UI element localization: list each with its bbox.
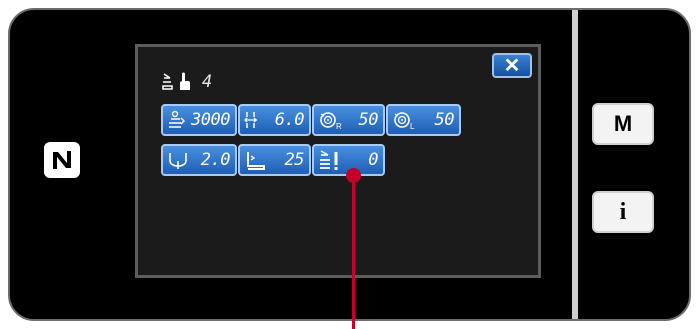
left-tension-button[interactable]: L 50 [386, 104, 461, 136]
close-button[interactable]: ✕ [492, 53, 532, 78]
callout-line [352, 174, 355, 329]
param-value: 3000 [191, 110, 230, 130]
param-value: 2.0 [200, 150, 231, 170]
param-value: 50 [434, 110, 455, 130]
presser-foot-hand-icon [162, 72, 190, 90]
hook-button[interactable]: 2.0 [161, 144, 237, 176]
callout-dot [346, 168, 361, 183]
param-value: 0 [368, 150, 378, 170]
program-number: 4 [202, 72, 213, 92]
stitch-pitch-button[interactable]: 6.0 [238, 104, 311, 136]
left-tension-icon [394, 112, 410, 128]
panel-divider [572, 10, 578, 319]
nfc-logo-icon [44, 142, 80, 178]
left-label: L [410, 121, 415, 131]
screen-title: 4 [160, 70, 212, 94]
close-icon: ✕ [503, 54, 521, 77]
presser-foot-speed-button[interactable]: 3000 [161, 104, 237, 136]
mode-button[interactable]: M [592, 103, 654, 145]
presser-foot-lift-icon [320, 150, 338, 170]
presser-foot-pressure-button[interactable]: 25 [238, 144, 311, 176]
param-value: 6.0 [274, 110, 305, 130]
hook-icon [169, 153, 187, 169]
param-value: 50 [358, 110, 379, 130]
presser-foot-speed-icon [169, 110, 185, 128]
right-tension-icon [320, 112, 336, 128]
presser-foot-pressure-icon [247, 152, 265, 170]
right-label: R [336, 121, 342, 131]
right-tension-button[interactable]: R 50 [312, 104, 385, 136]
info-button[interactable]: i [592, 191, 654, 233]
stitch-pitch-icon [244, 112, 257, 128]
param-value: 25 [284, 150, 305, 170]
